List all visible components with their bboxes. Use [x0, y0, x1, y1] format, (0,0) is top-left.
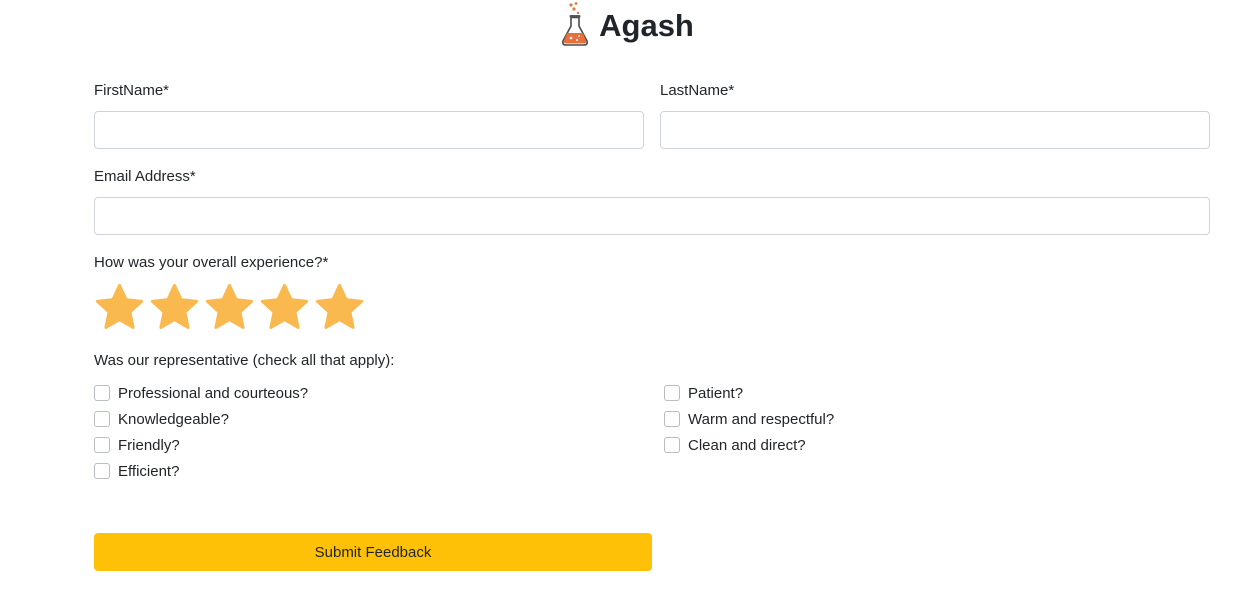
brand-header: Agash	[0, 0, 1253, 48]
flask-icon	[562, 2, 589, 46]
checkbox-box[interactable]	[664, 411, 680, 427]
checkbox-warm-respectful[interactable]: Warm and respectful?	[664, 409, 834, 429]
checkbox-box[interactable]	[94, 463, 110, 479]
first-name-input[interactable]	[94, 111, 644, 149]
checkbox-label: Patient?	[688, 384, 744, 402]
checkbox-efficient[interactable]: Efficient?	[94, 461, 179, 481]
checkbox-box[interactable]	[94, 437, 110, 453]
checkbox-label: Warm and respectful?	[688, 410, 835, 428]
star-icon[interactable]	[94, 281, 145, 334]
checkbox-clean-direct[interactable]: Clean and direct?	[664, 435, 806, 455]
star-icon[interactable]	[259, 281, 310, 334]
star-rating	[94, 281, 365, 334]
star-icon[interactable]	[314, 281, 365, 334]
checkbox-friendly[interactable]: Friendly?	[94, 435, 180, 455]
experience-label: How was your overall experience?*	[94, 254, 329, 271]
checkbox-label: Friendly?	[118, 436, 180, 454]
last-name-input[interactable]	[660, 111, 1210, 149]
representative-label: Was our representative (check all that a…	[94, 352, 395, 369]
checkbox-professional[interactable]: Professional and courteous?	[94, 383, 308, 403]
submit-feedback-button[interactable]: Submit Feedback	[94, 533, 652, 571]
brand-name: Agash	[599, 7, 694, 43]
star-icon[interactable]	[149, 281, 200, 334]
checkbox-label: Efficient?	[118, 462, 180, 480]
checkbox-label: Professional and courteous?	[118, 384, 309, 402]
email-label: Email Address*	[94, 168, 196, 185]
checkbox-box[interactable]	[664, 385, 680, 401]
checkbox-box[interactable]	[664, 437, 680, 453]
checkbox-box[interactable]	[94, 411, 110, 427]
last-name-label: LastName*	[660, 82, 735, 99]
checkbox-box[interactable]	[94, 385, 110, 401]
checkbox-patient[interactable]: Patient?	[664, 383, 743, 403]
first-name-label: FirstName*	[94, 82, 170, 99]
email-input[interactable]	[94, 197, 1210, 235]
checkbox-label: Clean and direct?	[688, 436, 806, 454]
feedback-page: Agash FirstName* LastName* Email Address…	[0, 0, 1253, 606]
checkbox-knowledgeable[interactable]: Knowledgeable?	[94, 409, 229, 429]
star-icon[interactable]	[204, 281, 255, 334]
checkbox-label: Knowledgeable?	[118, 410, 229, 428]
